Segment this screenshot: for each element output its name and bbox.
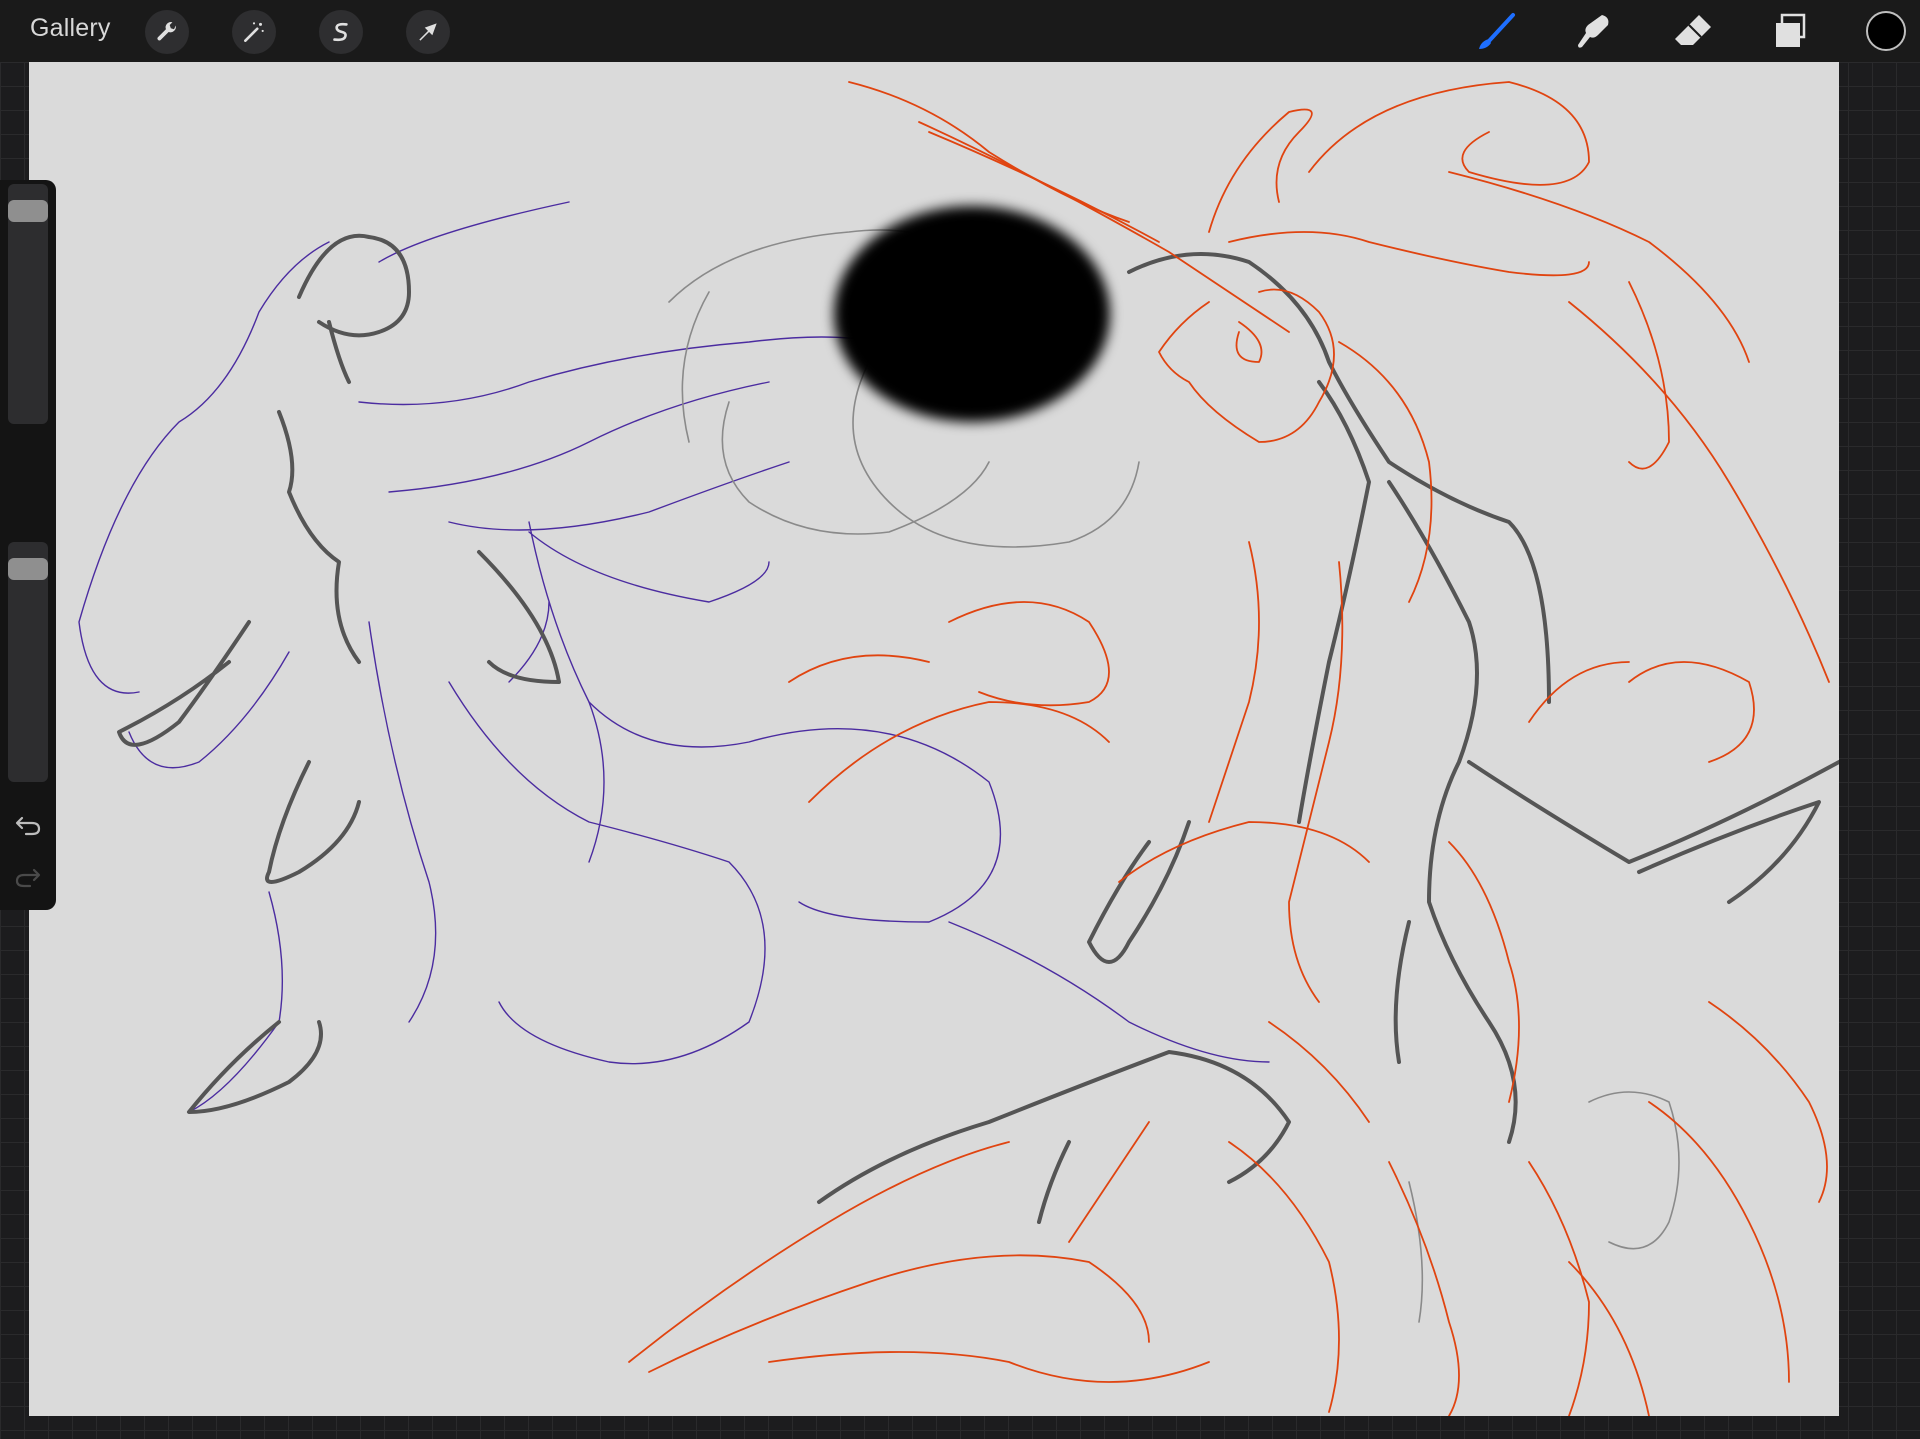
actions-button[interactable] <box>145 10 189 54</box>
layers-icon <box>1776 13 1806 47</box>
selection-button[interactable] <box>319 10 363 54</box>
smudge-tool-button[interactable] <box>1571 8 1617 54</box>
smudge-icon <box>1578 15 1609 48</box>
gallery-button[interactable]: Gallery <box>30 14 111 43</box>
undo-button[interactable] <box>12 808 44 840</box>
orange-sketch-layer <box>628 81 1830 1416</box>
sketch-artwork <box>78 81 1839 1416</box>
adjustments-button[interactable] <box>232 10 276 54</box>
wrench-icon <box>157 22 176 41</box>
drawing-canvas[interactable] <box>29 62 1839 1416</box>
eraser-tool-button[interactable] <box>1670 8 1716 54</box>
opacity-slider[interactable] <box>8 542 48 782</box>
magic-wand-icon <box>244 22 264 42</box>
left-sidebar <box>0 180 56 910</box>
opacity-slider-thumb[interactable] <box>8 558 48 581</box>
top-toolbar: Gallery <box>0 0 1920 62</box>
layers-button[interactable] <box>1767 8 1813 54</box>
brush-icon <box>1479 13 1515 49</box>
selection-s-icon <box>333 22 348 42</box>
arrow-cursor-icon <box>419 23 437 41</box>
black-paint-blob <box>834 206 1110 422</box>
current-color-swatch[interactable] <box>1866 11 1906 51</box>
undo-icon <box>15 816 41 836</box>
redo-button[interactable] <box>12 860 44 892</box>
redo-icon <box>15 868 41 888</box>
brush-tool-button[interactable] <box>1474 8 1520 54</box>
transform-button[interactable] <box>406 10 450 54</box>
eraser-icon <box>1675 15 1711 45</box>
brush-size-slider-thumb[interactable] <box>8 200 48 223</box>
light-grey-sketch-layer <box>668 229 1680 1323</box>
brush-size-slider[interactable] <box>8 184 48 424</box>
